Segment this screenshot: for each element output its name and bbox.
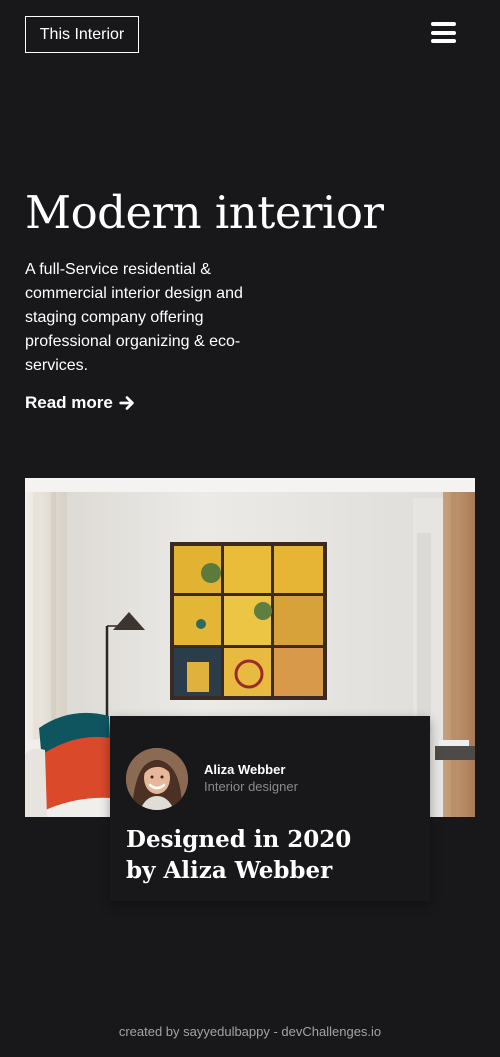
arrow-right-icon (119, 396, 134, 410)
author-role: Interior designer (204, 779, 298, 794)
card-title: Designed in 2020 by Aliza Webber (126, 824, 416, 886)
hamburger-menu-icon[interactable] (431, 22, 456, 43)
hero-title: Modern interior (25, 186, 384, 239)
read-more-label: Read more (25, 393, 113, 412)
hero-description: A full-Service residential & commercial … (25, 261, 243, 374)
card-title-line-2: by Aliza Webber (126, 857, 333, 884)
card-title-line-1: Designed in 2020 (126, 826, 352, 853)
avatar (126, 748, 188, 810)
read-more-link[interactable]: Read more (25, 391, 136, 415)
designer-card: Aliza Webber Interior designer Designed … (110, 716, 430, 901)
logo[interactable]: This Interior (25, 16, 139, 53)
footer-credit: created by sayyedulbappy - devChallenges… (118, 1024, 382, 1039)
author-name: Aliza Webber (204, 762, 286, 777)
